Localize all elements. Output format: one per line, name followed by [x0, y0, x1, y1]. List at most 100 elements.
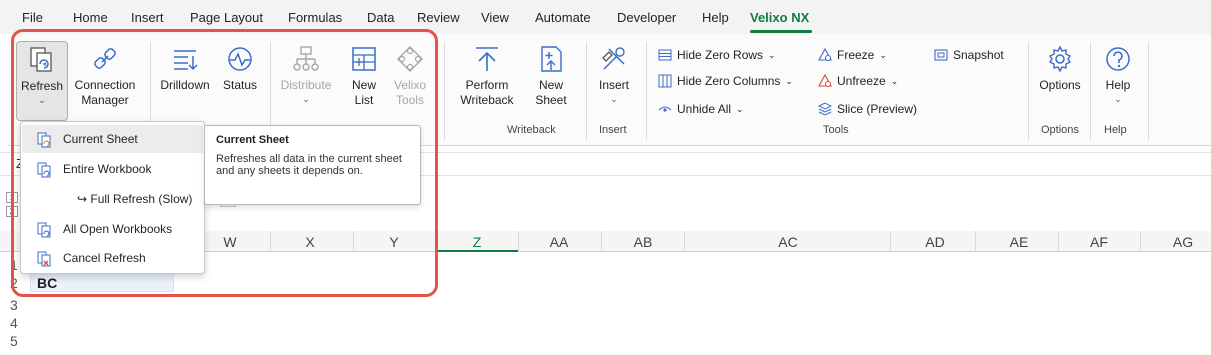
- column-divider: [436, 231, 437, 252]
- chevron-down-icon: ⌄: [610, 94, 618, 104]
- column-divider: [684, 231, 685, 252]
- new-sheet-button[interactable]: New Sheet: [526, 44, 576, 122]
- unhide-all-button[interactable]: Unhide All ⌄: [658, 102, 744, 116]
- column-divider: [1140, 231, 1141, 252]
- slice-label: Slice (Preview): [837, 102, 918, 116]
- column-header[interactable]: AD: [917, 234, 953, 250]
- column-divider: [270, 231, 271, 252]
- cell-value: BC: [37, 275, 58, 291]
- insert-button[interactable]: Insert ⌄: [592, 44, 636, 122]
- perform-writeback-label-1: Perform: [465, 78, 509, 92]
- column-divider: [975, 231, 976, 252]
- chevron-down-icon: ⌄: [768, 49, 776, 60]
- outline-level-2[interactable]: 2: [6, 206, 18, 217]
- connection-manager-button[interactable]: Connection Manager: [70, 44, 140, 122]
- hide-zero-columns-label: Hide Zero Columns: [677, 74, 781, 88]
- chevron-down-icon: ⌄: [1114, 94, 1122, 104]
- status-button[interactable]: Status: [216, 44, 264, 122]
- column-header[interactable]: AC: [770, 234, 806, 250]
- help-button[interactable]: Help ⌄: [1098, 44, 1138, 122]
- snapshot-label: Snapshot: [953, 48, 1004, 62]
- tab-file[interactable]: File: [22, 10, 43, 25]
- tab-developer[interactable]: Developer: [617, 10, 676, 25]
- velixo-tools-button[interactable]: Velixo Tools: [388, 44, 432, 122]
- tab-data[interactable]: Data: [367, 10, 394, 25]
- tools-icon: [397, 46, 423, 72]
- outline-level-1[interactable]: 1: [6, 192, 18, 203]
- menu-item-current-sheet[interactable]: Current Sheet: [22, 125, 203, 153]
- chevron-down-icon: ⌄: [890, 75, 899, 86]
- tab-velixo-nx[interactable]: Velixo NX: [750, 10, 809, 25]
- column-header[interactable]: AE: [1001, 234, 1037, 250]
- unfreeze-button[interactable]: Unfreeze ⌄: [818, 74, 898, 88]
- column-divider: [353, 231, 354, 252]
- group-label-help: Help: [1104, 124, 1127, 136]
- column-header-selected[interactable]: Z: [459, 234, 495, 250]
- perform-writeback-button[interactable]: Perform Writeback: [451, 44, 523, 122]
- tooltip-body: Refreshes all data in the current sheet …: [216, 153, 402, 177]
- group-label-tools: Tools: [823, 124, 849, 136]
- upload-icon: [476, 47, 498, 71]
- connection-manager-label-2: Manager: [81, 93, 129, 107]
- tab-view[interactable]: View: [481, 10, 509, 25]
- column-header[interactable]: AA: [541, 234, 577, 250]
- menu-item-entire-workbook[interactable]: Entire Workbook: [22, 155, 203, 183]
- refresh-all-icon: [37, 222, 51, 238]
- slice-icon: [818, 102, 832, 116]
- gear-icon: [1048, 45, 1072, 73]
- chevron-down-icon: ⌄: [302, 94, 310, 104]
- menu-item-all-open-workbooks[interactable]: All Open Workbooks: [22, 215, 203, 243]
- menu-item-label: All Open Workbooks: [63, 222, 173, 236]
- column-header[interactable]: X: [292, 234, 328, 250]
- tab-formulas[interactable]: Formulas: [288, 10, 342, 25]
- group-label-options: Options: [1041, 124, 1079, 136]
- velixo-tools-label-1: Velixo: [393, 78, 427, 92]
- cell[interactable]: BC: [30, 272, 174, 292]
- distribute-label: Distribute: [280, 78, 332, 92]
- ribbon-separator: [1090, 42, 1091, 140]
- column-header[interactable]: AF: [1081, 234, 1117, 250]
- row-header[interactable]: 1: [10, 257, 18, 273]
- column-header[interactable]: AB: [625, 234, 661, 250]
- eye-icon: [658, 106, 672, 112]
- row-header[interactable]: 3: [10, 297, 18, 313]
- tab-automate[interactable]: Automate: [535, 10, 591, 25]
- refresh-label: Refresh: [20, 79, 64, 93]
- tab-insert[interactable]: Insert: [131, 10, 164, 25]
- menu-item-label: Current Sheet: [63, 132, 138, 146]
- ribbon-separator: [1028, 42, 1029, 140]
- cancel-refresh-icon: [37, 251, 51, 267]
- hide-zero-rows-button[interactable]: Hide Zero Rows ⌄: [658, 48, 776, 62]
- ribbon-separator: [646, 42, 647, 140]
- chevron-down-icon: ⌄: [785, 75, 793, 86]
- slice-button[interactable]: Slice (Preview): [818, 102, 917, 116]
- tab-help[interactable]: Help: [702, 10, 729, 25]
- options-button[interactable]: Options: [1036, 44, 1084, 122]
- drilldown-label: Drilldown: [160, 78, 210, 92]
- snapshot-button[interactable]: Snapshot: [934, 48, 1004, 62]
- menu-item-cancel-refresh[interactable]: Cancel Refresh: [22, 244, 203, 272]
- menu-item-full-refresh[interactable]: ↪ Full Refresh (Slow): [22, 185, 203, 213]
- hide-zero-columns-button[interactable]: Hide Zero Columns ⌄: [658, 74, 793, 88]
- tab-page-layout[interactable]: Page Layout: [190, 10, 263, 25]
- freeze-icon: [818, 48, 832, 61]
- refresh-button[interactable]: Refresh ⌄: [16, 41, 68, 121]
- velixo-tools-label-2: Tools: [395, 93, 424, 107]
- column-header[interactable]: W: [212, 234, 248, 250]
- drilldown-button[interactable]: Drilldown: [156, 44, 214, 122]
- tab-home[interactable]: Home: [73, 10, 108, 25]
- freeze-button[interactable]: Freeze ⌄: [818, 48, 887, 62]
- tooltip-title: Current Sheet: [216, 134, 289, 146]
- status-icon: [228, 47, 252, 71]
- chevron-down-icon: ⌄: [736, 103, 744, 114]
- distribute-button[interactable]: Distribute ⌄: [274, 44, 338, 122]
- row-header[interactable]: 4: [10, 315, 18, 331]
- new-list-button[interactable]: New List: [344, 44, 384, 122]
- row-header[interactable]: 5: [10, 333, 18, 349]
- unfreeze-label: Unfreeze: [837, 74, 886, 88]
- column-header[interactable]: AG: [1165, 234, 1201, 250]
- tab-review[interactable]: Review: [417, 10, 460, 25]
- column-header[interactable]: Y: [376, 234, 412, 250]
- row-header[interactable]: 2: [10, 275, 18, 291]
- ribbon-separator: [586, 42, 587, 140]
